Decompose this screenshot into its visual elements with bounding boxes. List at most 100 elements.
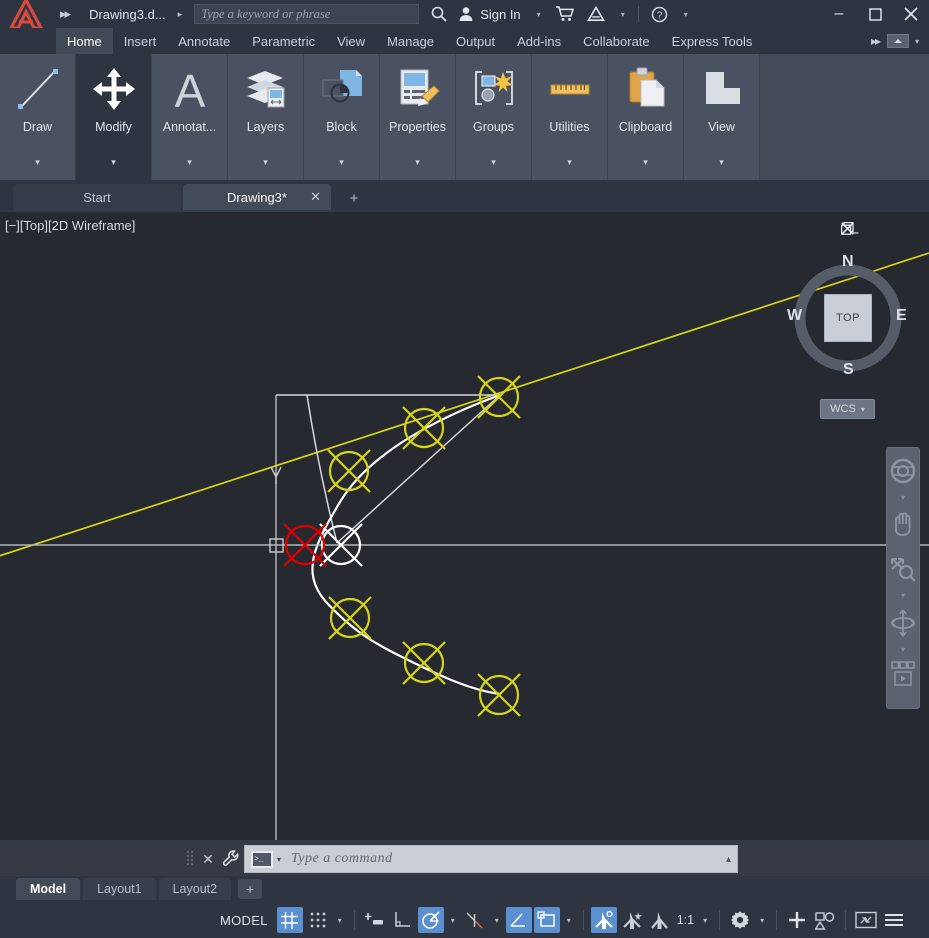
compass-north[interactable]: N [842,253,854,271]
model-space-indicator[interactable]: MODEL [212,913,276,928]
compass-west[interactable]: W [787,307,802,325]
layout-tab-layout1[interactable]: Layout1 [83,878,156,900]
ucs-selector-button[interactable]: WCS ▾ [820,399,875,419]
steering-wheels-icon[interactable] [886,448,920,494]
tab-express-tools[interactable]: Express Tools [661,28,764,54]
infer-constraints-toggle[interactable] [362,907,388,933]
isolate-objects-icon[interactable] [812,907,838,933]
annotation-visibility-toggle[interactable] [590,907,617,933]
file-tab-drawing3[interactable]: Drawing3* ✕ [183,184,331,210]
panel-view-caret-icon[interactable]: ▾ [684,157,759,168]
panel-groups[interactable]: Groups ▾ [456,54,532,180]
pan-hand-icon[interactable] [886,502,920,546]
ortho-mode-toggle[interactable] [390,907,416,933]
panel-modify-caret-icon[interactable]: ▾ [76,157,151,168]
tab-home[interactable]: Home [56,28,113,54]
document-title-caret[interactable]: ▸ [178,9,183,20]
command-expand-caret-icon[interactable]: ▴ [720,854,731,865]
command-line-drag-handle[interactable] [186,850,198,868]
help-caret[interactable]: ▾ [684,10,688,19]
command-history-caret-icon[interactable]: ▾ [277,855,281,864]
annotation-scale-icon[interactable] [647,907,673,933]
shopping-cart-icon[interactable] [555,0,575,28]
panel-layers-caret-icon[interactable]: ▾ [228,157,303,168]
viewport-restore-button[interactable] [841,222,893,244]
lineweight-toggle[interactable] [533,907,560,933]
panel-block-caret-icon[interactable]: ▾ [304,157,379,168]
object-snap-toggle[interactable] [505,907,532,933]
keyword-search-box[interactable] [194,4,420,24]
tab-add-ins[interactable]: Add-ins [506,28,572,54]
fullscreen-toggle[interactable] [853,907,879,933]
view-cube-top-face[interactable]: TOP [824,294,872,342]
snap-dropdown-caret-icon[interactable]: ▾ [332,916,348,925]
viewport-label[interactable]: [−][Top][2D Wireframe] [5,218,135,233]
tab-manage[interactable]: Manage [376,28,445,54]
zoom-extents-icon[interactable] [886,546,920,592]
maximize-button[interactable] [857,0,893,28]
polar-tracking-toggle[interactable] [417,907,444,933]
sign-in-label[interactable]: Sign In [480,7,520,22]
snap-mode-toggle[interactable] [305,907,331,933]
autoscale-toggle[interactable] [619,907,645,933]
panel-utilities[interactable]: Utilities ▾ [532,54,608,180]
close-button[interactable] [893,0,929,28]
customization-menu-icon[interactable] [881,907,907,933]
command-prompt-icon[interactable] [251,850,273,868]
tab-collaborate[interactable]: Collaborate [572,28,661,54]
panel-groups-caret-icon[interactable]: ▾ [456,157,531,168]
panel-utilities-caret-icon[interactable]: ▾ [532,157,607,168]
wrench-icon[interactable] [218,849,244,869]
workspace-dropdown-caret-icon[interactable]: ▾ [754,916,770,925]
tab-annotate[interactable]: Annotate [167,28,241,54]
user-account-icon[interactable] [456,0,476,28]
object-snap-tracking-toggle[interactable] [462,907,488,933]
panel-clipboard-caret-icon[interactable]: ▾ [608,157,683,168]
layout-tab-layout2[interactable]: Layout2 [158,878,232,900]
panel-draw-caret-icon[interactable]: ▾ [0,157,75,168]
tab-output[interactable]: Output [445,28,506,54]
command-line-close-icon[interactable]: ✕ [198,851,218,868]
ribbon-overflow-chevron-icon[interactable]: ▸▸ [863,34,887,48]
annotation-scale-value[interactable]: 1:1 [674,913,697,927]
search-input[interactable] [195,6,419,22]
layout-tab-model[interactable]: Model [16,878,81,900]
search-icon[interactable] [428,0,450,28]
orbit-icon[interactable] [886,600,920,646]
zoom-caret-icon[interactable]: ▾ [901,592,905,600]
quick-access-expand[interactable]: ▸▸ [54,6,75,22]
panel-view[interactable]: View ▾ [684,54,760,180]
file-tab-start[interactable]: Start [13,184,181,210]
ribbon-minimize-caret-icon[interactable]: ▾ [915,37,919,46]
polar-dropdown-caret-icon[interactable]: ▾ [445,916,461,925]
annotation-scale-caret-icon[interactable]: ▾ [697,916,713,925]
autodesk-app-caret[interactable]: ▾ [621,10,625,19]
panel-layers[interactable]: Layers ▾ [228,54,304,180]
tab-view[interactable]: View [326,28,376,54]
tab-parametric[interactable]: Parametric [241,28,326,54]
osnap-dropdown-caret-icon[interactable]: ▾ [489,916,505,925]
panel-clipboard[interactable]: Clipboard ▾ [608,54,684,180]
steering-wheels-caret-icon[interactable]: ▾ [901,494,905,502]
panel-annotation[interactable]: A Annotat... ▾ [152,54,228,180]
panel-draw[interactable]: Draw ▾ [0,54,76,180]
autodesk-app-icon[interactable] [586,0,605,28]
sign-in-caret[interactable]: ▾ [537,10,541,19]
compass-east[interactable]: E [896,307,907,325]
panel-properties[interactable]: Properties ▾ [380,54,456,180]
workspace-gear-icon[interactable] [727,907,753,933]
help-icon[interactable]: ? [651,0,668,28]
panel-block[interactable]: Block ▾ [304,54,380,180]
tab-insert[interactable]: Insert [113,28,168,54]
autodesk-a-logo[interactable] [0,0,46,30]
command-input-area[interactable]: ▾ ▴ [244,845,738,873]
command-input[interactable] [291,851,720,867]
lineweight-dropdown-caret-icon[interactable]: ▾ [561,916,577,925]
close-icon[interactable]: ✕ [310,189,321,205]
panel-modify[interactable]: Modify ▾ [76,54,152,180]
grid-display-toggle[interactable] [276,907,303,933]
view-cube[interactable]: TOP N E S W [787,253,907,378]
compass-south[interactable]: S [843,361,854,379]
orbit-caret-icon[interactable]: ▾ [901,646,905,654]
panel-properties-caret-icon[interactable]: ▾ [380,157,455,168]
